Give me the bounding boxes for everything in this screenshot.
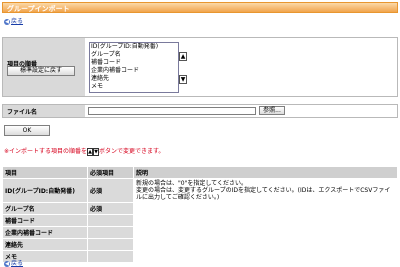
back-link-bottom[interactable]: ◀ 戻る	[4, 258, 23, 267]
table-row: 企業内補番コード	[2, 226, 398, 239]
move-down-button[interactable]: ▼	[179, 75, 187, 84]
browse-button[interactable]: 参照...	[259, 106, 285, 115]
back-link-label[interactable]: 戻る	[11, 260, 23, 267]
field-description-table: 項目 必須項目 説明 ID(グループID:自動発番) 必須 新規の場合は、"0"…	[2, 166, 398, 263]
column-header: 項目	[2, 166, 88, 179]
table-row: メモ	[2, 250, 398, 263]
reset-default-button[interactable]: 標準設定に戻す	[7, 66, 75, 76]
row-required: 必須	[87, 178, 134, 203]
row-name: グループ名	[2, 202, 88, 215]
listbox-option[interactable]: グループ名	[90, 51, 178, 59]
listbox-option[interactable]: 補番コード	[90, 59, 178, 67]
table-row: グループ名 必須	[2, 202, 398, 215]
row-description	[133, 226, 398, 239]
file-label: ファイル名	[7, 109, 38, 116]
table-row: 補番コード	[2, 214, 398, 227]
row-description	[133, 202, 398, 215]
row-description	[133, 214, 398, 227]
file-name-input[interactable]	[88, 107, 256, 115]
row-required: 必須	[87, 202, 134, 215]
listbox-option[interactable]: 連絡先	[90, 75, 178, 83]
page-title-bar: グループインポート	[2, 2, 398, 13]
field-order-listbox[interactable]: ID(グループID:自動発番) グループ名 補番コード 企業内補番コード 連絡先…	[89, 42, 179, 93]
listbox-option[interactable]: メモ	[90, 83, 178, 91]
row-required	[87, 214, 134, 227]
row-description: 新規の場合は、"0"を指定してください。 変更の場合は、変更するグループのIDを…	[133, 178, 398, 203]
table-row: ID(グループID:自動発番) 必須 新規の場合は、"0"を指定してください。 …	[2, 178, 398, 203]
note-text-before: ※インポートする項目の順番を	[4, 148, 88, 155]
order-label-cell: 項目の順番 標準設定に戻す	[3, 38, 85, 96]
note-text-after: ボタンで変更できます。	[99, 148, 165, 155]
back-arrow-icon: ◀	[4, 18, 10, 25]
order-note: ※インポートする項目の順番を▲ ▼ボタンで変更できます。	[4, 146, 164, 156]
ok-button[interactable]: OK	[4, 125, 50, 136]
row-name: 連絡先	[2, 238, 88, 251]
row-description	[133, 250, 398, 263]
file-panel: ファイル名 参照...	[2, 104, 398, 118]
order-panel: 項目の順番 標準設定に戻す ID(グループID:自動発番) グループ名 補番コー…	[2, 37, 398, 97]
row-required	[87, 250, 134, 263]
move-up-button[interactable]: ▲	[179, 52, 187, 61]
listbox-option[interactable]: 企業内補番コード	[90, 67, 178, 75]
row-name: 補番コード	[2, 214, 88, 227]
listbox-option[interactable]: ID(グループID:自動発番)	[90, 43, 178, 51]
back-arrow-icon: ◀	[4, 260, 10, 267]
row-required	[87, 226, 134, 239]
row-required	[87, 238, 134, 251]
back-link-top[interactable]: ◀ 戻る	[4, 16, 23, 25]
row-description	[133, 238, 398, 251]
row-name: ID(グループID:自動発番)	[2, 178, 88, 203]
column-header: 必須項目	[87, 166, 134, 179]
row-name: 企業内補番コード	[2, 226, 88, 239]
back-link-label[interactable]: 戻る	[11, 18, 23, 25]
table-row: 連絡先	[2, 238, 398, 251]
column-header: 説明	[133, 166, 398, 179]
file-label-cell: ファイル名	[3, 105, 85, 117]
page-title: グループインポート	[7, 5, 70, 13]
